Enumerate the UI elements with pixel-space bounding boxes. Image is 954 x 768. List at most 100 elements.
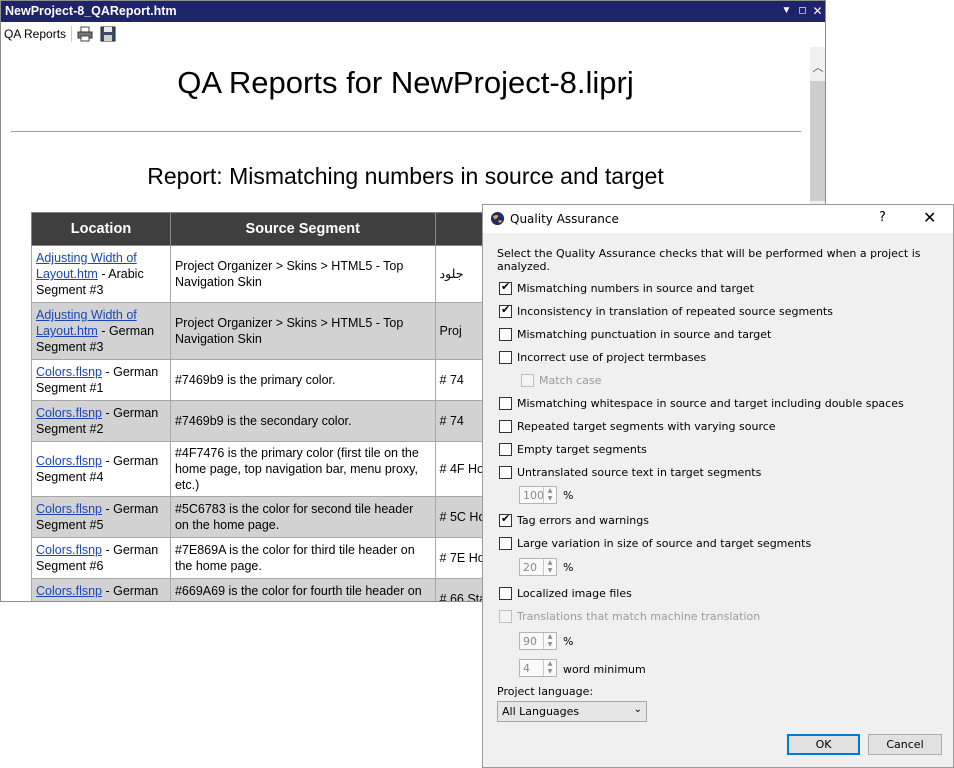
checkbox[interactable] — [499, 351, 512, 364]
help-button[interactable]: ? — [879, 210, 886, 225]
percent-unit: % — [563, 561, 574, 574]
checkbox[interactable] — [499, 466, 512, 479]
cancel-button[interactable]: Cancel — [868, 734, 942, 755]
close-icon[interactable]: ✕ — [811, 4, 824, 18]
checkbox — [521, 374, 534, 387]
file-link[interactable]: Colors.flsnp — [36, 502, 102, 516]
file-link[interactable]: Colors.flsnp — [36, 365, 102, 379]
language-text: - German — [102, 543, 159, 557]
checkbox-label: Translations that match machine translat… — [517, 610, 761, 623]
scroll-up-icon[interactable]: ︿ — [810, 59, 825, 74]
scrollbar-thumb[interactable] — [810, 81, 825, 201]
file-link[interactable]: Colors.flsnp — [36, 584, 102, 598]
source-cell: #4F7476 is the primary color (first tile… — [169, 441, 436, 497]
checkbox-label: Empty target segments — [517, 443, 647, 456]
checkbox-label: Mismatching whitespace in source and tar… — [517, 397, 904, 410]
checkbox[interactable] — [499, 397, 512, 410]
checkbox-label: Untranslated source text in target segme… — [517, 466, 762, 479]
close-button[interactable]: ✕ — [923, 208, 936, 227]
checkbox[interactable] — [499, 420, 512, 433]
language-text: - Arabic — [97, 267, 144, 281]
checkbox[interactable] — [499, 328, 512, 341]
stepper-value: 100 — [523, 489, 544, 502]
report-heading: Report: Mismatching numbers in source an… — [147, 163, 664, 189]
checkbox-label: Incorrect use of project termbases — [517, 351, 707, 364]
dialog-instructions: Select the Quality Assurance checks that… — [497, 247, 921, 273]
stepper-value: 90 — [523, 635, 537, 648]
language-text: - German — [102, 365, 159, 379]
percent-unit: % — [563, 489, 574, 502]
save-icon[interactable] — [100, 26, 116, 42]
stepper-arrows-icon[interactable]: ▲ ▼ — [543, 487, 556, 503]
word-minimum-label: word minimum — [563, 663, 646, 676]
column-header-source: Source Segment — [169, 212, 436, 246]
word-minimum-stepper: 4 ▲ ▼ — [519, 659, 557, 677]
checkbox[interactable] — [499, 587, 512, 600]
checkbox[interactable] — [499, 537, 512, 550]
quality-assurance-dialog: Quality Assurance ? ✕ Select the Quality… — [482, 204, 954, 768]
segment-text: Segment #5 — [36, 518, 104, 532]
source-cell: #7E869A is the color for third tile head… — [169, 537, 436, 579]
language-text: - German — [102, 584, 159, 598]
checkmark-icon: ✔ — [501, 512, 511, 525]
print-icon[interactable] — [77, 26, 93, 42]
segment-text: Segment #7 — [36, 600, 103, 601]
checkmark-icon: ✔ — [501, 303, 511, 316]
project-language-select[interactable]: All Languages ⌄ — [497, 701, 647, 722]
source-cell: #5C6783 is the color for second tile hea… — [169, 496, 436, 538]
select-value: All Languages — [502, 705, 580, 718]
source-cell: Project Organizer > Skins > HTML5 - Top … — [169, 302, 436, 360]
dialog-titlebar[interactable]: Quality Assurance ? ✕ — [483, 205, 953, 233]
location-cell: Adjusting Width of Layout.htm - Arabic Se… — [31, 245, 171, 303]
dropdown-icon[interactable]: ▼ — [780, 4, 793, 18]
report-toolbar: QA Reports — [1, 22, 825, 46]
checkbox[interactable]: ✔ — [499, 280, 512, 295]
percent-unit: % — [563, 635, 574, 648]
checkbox-label: Localized image files — [517, 587, 632, 600]
dialog-title: Quality Assurance — [510, 212, 619, 226]
checkbox[interactable]: ✔ — [499, 512, 512, 527]
file-link[interactable]: Colors.flsnp — [36, 454, 102, 468]
checkbox — [499, 610, 512, 623]
column-header-location: Location — [31, 212, 171, 246]
language-text: - German — [97, 324, 155, 338]
mt-percent-stepper: 90 ▲ ▼ — [519, 632, 557, 650]
location-cell: Colors.flsnp - German Segment #1 — [31, 359, 171, 401]
location-cell: Adjusting Width of Layout.htm - German Se… — [31, 302, 171, 360]
segment-text: Segment #3 — [36, 340, 104, 354]
checkmark-icon: ✔ — [501, 280, 511, 293]
project-language-label: Project language: — [497, 685, 594, 698]
language-text: - German — [102, 454, 159, 468]
language-text: - German — [102, 502, 159, 516]
source-cell: #7469b9 is the primary color. — [169, 359, 436, 401]
segment-text: Segment #2 — [36, 422, 104, 436]
checkbox-label: Tag errors and warnings — [517, 514, 649, 527]
location-cell: Colors.flsnp - German Segment #2 — [31, 400, 171, 442]
untranslated-percent-stepper[interactable]: 100 ▲ ▼ — [519, 486, 557, 504]
ok-button[interactable]: OK — [787, 734, 860, 755]
toolbar-separator — [71, 26, 72, 42]
location-cell: Colors.flsnp - German Segment #6 — [31, 537, 171, 579]
stepper-value: 4 — [523, 662, 530, 675]
source-cell: #669A69 is the color for fourth tile hea… — [169, 578, 436, 601]
stepper-arrows-icon: ▲ ▼ — [543, 660, 556, 676]
stepper-arrows-icon[interactable]: ▲ ▼ — [543, 559, 556, 575]
globe-icon — [490, 211, 505, 226]
maximize-icon[interactable]: ◻ — [796, 4, 809, 18]
checkbox-label: Match case — [539, 374, 602, 387]
stepper-arrows-icon: ▲ ▼ — [543, 633, 556, 649]
checkbox-label: Repeated target segments with varying so… — [517, 420, 776, 433]
location-cell: Colors.flsnp - German Segment #5 — [31, 496, 171, 538]
file-link[interactable]: Colors.flsnp — [36, 543, 102, 557]
variation-percent-stepper[interactable]: 20 ▲ ▼ — [519, 558, 557, 576]
checkbox[interactable]: ✔ — [499, 303, 512, 318]
toolbar-label: QA Reports — [4, 27, 67, 41]
segment-text: Segment #3 — [36, 283, 104, 297]
file-link[interactable]: Colors.flsnp — [36, 406, 102, 420]
chevron-down-icon: ⌄ — [633, 704, 642, 715]
checkbox-label: Mismatching punctuation in source and ta… — [517, 328, 772, 341]
checkbox[interactable] — [499, 443, 512, 456]
report-window-title: NewProject-8_QAReport.htm — [5, 4, 177, 18]
language-text: - German — [102, 406, 159, 420]
report-titlebar[interactable]: NewProject-8_QAReport.htm ▼ ◻ ✕ — [1, 1, 825, 22]
